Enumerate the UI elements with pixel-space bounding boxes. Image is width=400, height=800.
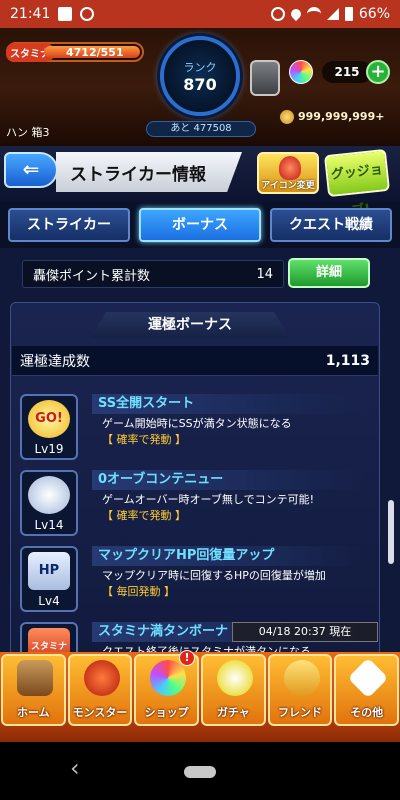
nav-home[interactable]: ホーム xyxy=(1,654,66,726)
nav-label: モンスター xyxy=(72,706,128,719)
bonus-item-hp-recovery[interactable]: HP Lv4 マップクリアHP回復量アップ マップクリア時に回復するHPの回復量… xyxy=(12,542,372,618)
bonus-icon-frame: HP Lv4 xyxy=(20,546,78,612)
luck-count-label: 運極達成数 xyxy=(20,353,90,370)
nav-label: その他 xyxy=(350,706,384,719)
capsule-machine-icon[interactable] xyxy=(250,60,280,96)
rank-value: 870 xyxy=(183,74,217,94)
stamina-gauge[interactable]: スタミナ 4712/551 xyxy=(6,42,144,62)
bonus-level: Lv19 xyxy=(34,442,64,456)
bonus-trigger: 【 確率で発動 】 xyxy=(102,509,186,522)
bonus-icon-frame: スタミナ xyxy=(20,622,78,652)
back-button[interactable]: ⇐ xyxy=(4,152,58,188)
bonus-name: 0オーブコンテニュー xyxy=(92,470,364,490)
orb-count: 215 xyxy=(322,61,372,83)
status-time: 21:41 xyxy=(10,6,51,22)
rank-next-exp: あと 477508 xyxy=(146,121,256,137)
nav-label: フレンド xyxy=(278,706,323,719)
bonus-level: Lv14 xyxy=(34,518,64,532)
bonus-item-orb-continue[interactable]: Lv14 0オーブコンテニュー ゲームオーバー時オーブ無しでコンテ可能! 【 確… xyxy=(12,466,372,542)
bonus-desc: クエスト終了後にスタミナが満タンになる xyxy=(102,645,311,652)
gacha-icon xyxy=(217,660,254,696)
bonus-trigger: 【 確率で発動 】 xyxy=(102,433,186,446)
location-icon xyxy=(288,6,303,22)
stamina-icon: スタミナ xyxy=(28,628,70,652)
bonus-desc: ゲーム開始時にSSが満タン状態になる xyxy=(102,417,292,430)
nav-label: ガチャ xyxy=(216,706,250,719)
rank-label: ランク xyxy=(183,60,217,74)
bonus-level: Lv4 xyxy=(38,594,60,608)
status-bar: 21:41 66% xyxy=(0,0,400,28)
luck-count-value: 1,113 xyxy=(325,352,370,369)
points-label: 轟傑ポイント累計数 xyxy=(33,268,151,284)
good-job-button[interactable]: グッジョブ! xyxy=(323,148,391,219)
flame-monster-icon xyxy=(279,156,301,180)
nav-label: ホーム xyxy=(17,706,50,719)
shop-icon xyxy=(150,660,187,696)
wing-arrow-icon xyxy=(28,476,70,514)
system-home-icon[interactable] xyxy=(184,766,216,778)
shop-badge: ! xyxy=(179,650,196,666)
bonus-desc: ゲームオーバー時オーブ無しでコンテ可能! xyxy=(102,493,314,506)
page-title: ストライカー情報 xyxy=(56,152,242,192)
points-value: 14 xyxy=(256,266,273,282)
nav-friend[interactable]: フレンド xyxy=(267,654,333,726)
monster-icon xyxy=(83,660,120,696)
nav-gacha[interactable]: ガチャ xyxy=(201,654,266,726)
orb-icon xyxy=(289,60,313,84)
user-name: ハン 箱3 xyxy=(6,126,50,139)
bonus-name: マップクリアHP回復量アップ xyxy=(92,546,364,566)
friend-icon xyxy=(283,660,320,696)
bonus-desc: マップクリア時に回復するHPの回復量が増加 xyxy=(102,569,326,582)
nav-other[interactable]: その他 xyxy=(334,654,400,726)
points-row: 轟傑ポイント累計数 14 xyxy=(22,260,284,288)
bottom-nav: ホーム モンスター ! ショップ ガチャ フレンド その他 xyxy=(0,650,400,742)
luck-bonus-title: 運極ボーナス xyxy=(90,312,290,338)
battery-percent: 66% xyxy=(358,6,390,22)
wifi-icon xyxy=(306,7,321,21)
nav-label: ショップ xyxy=(144,706,189,719)
detail-button[interactable]: 詳細 xyxy=(288,258,370,288)
hp-icon: HP xyxy=(28,552,70,590)
timestamp-toast: 04/18 20:37 現在 xyxy=(232,622,378,642)
bonus-item-ss-start[interactable]: GO! Lv19 SS全開スタート ゲーム開始時にSSが満タン状態になる 【 確… xyxy=(12,390,372,466)
rank-badge[interactable]: ランク 870 xyxy=(160,36,240,116)
bonus-icon-frame: GO! Lv19 xyxy=(20,394,78,460)
alarm-icon xyxy=(270,7,285,21)
bonus-trigger: 【 毎回発動 】 xyxy=(102,585,175,598)
bonus-name: SS全開スタート xyxy=(92,394,364,414)
other-icon xyxy=(347,657,389,699)
nav-shop[interactable]: ! ショップ xyxy=(134,650,200,726)
coin-count: 999,999,999+ xyxy=(298,110,385,123)
tab-bonus[interactable]: ボーナス xyxy=(139,208,261,242)
go-icon: GO! xyxy=(28,400,70,438)
scrollbar[interactable] xyxy=(388,500,394,564)
battery-icon xyxy=(344,7,353,21)
stamina-value: 4712/551 xyxy=(66,45,124,59)
home-icon xyxy=(17,660,53,696)
signal-icon xyxy=(326,8,339,20)
image-notification-icon xyxy=(58,7,73,21)
icon-change-button[interactable]: アイコン変更 xyxy=(257,152,319,194)
coin-icon xyxy=(280,110,294,124)
tab-striker[interactable]: ストライカー xyxy=(8,208,130,242)
call-notification-icon xyxy=(80,7,95,21)
luck-count-row: 運極達成数 1,113 xyxy=(12,346,378,376)
buy-orb-button[interactable]: + xyxy=(366,60,390,84)
tab-quest-record[interactable]: クエスト戦績 xyxy=(270,208,392,242)
bonus-icon-frame: Lv14 xyxy=(20,470,78,536)
system-back-icon[interactable]: ‹ xyxy=(70,756,80,780)
nav-monster[interactable]: モンスター xyxy=(67,654,133,726)
icon-change-label: アイコン変更 xyxy=(261,181,315,191)
